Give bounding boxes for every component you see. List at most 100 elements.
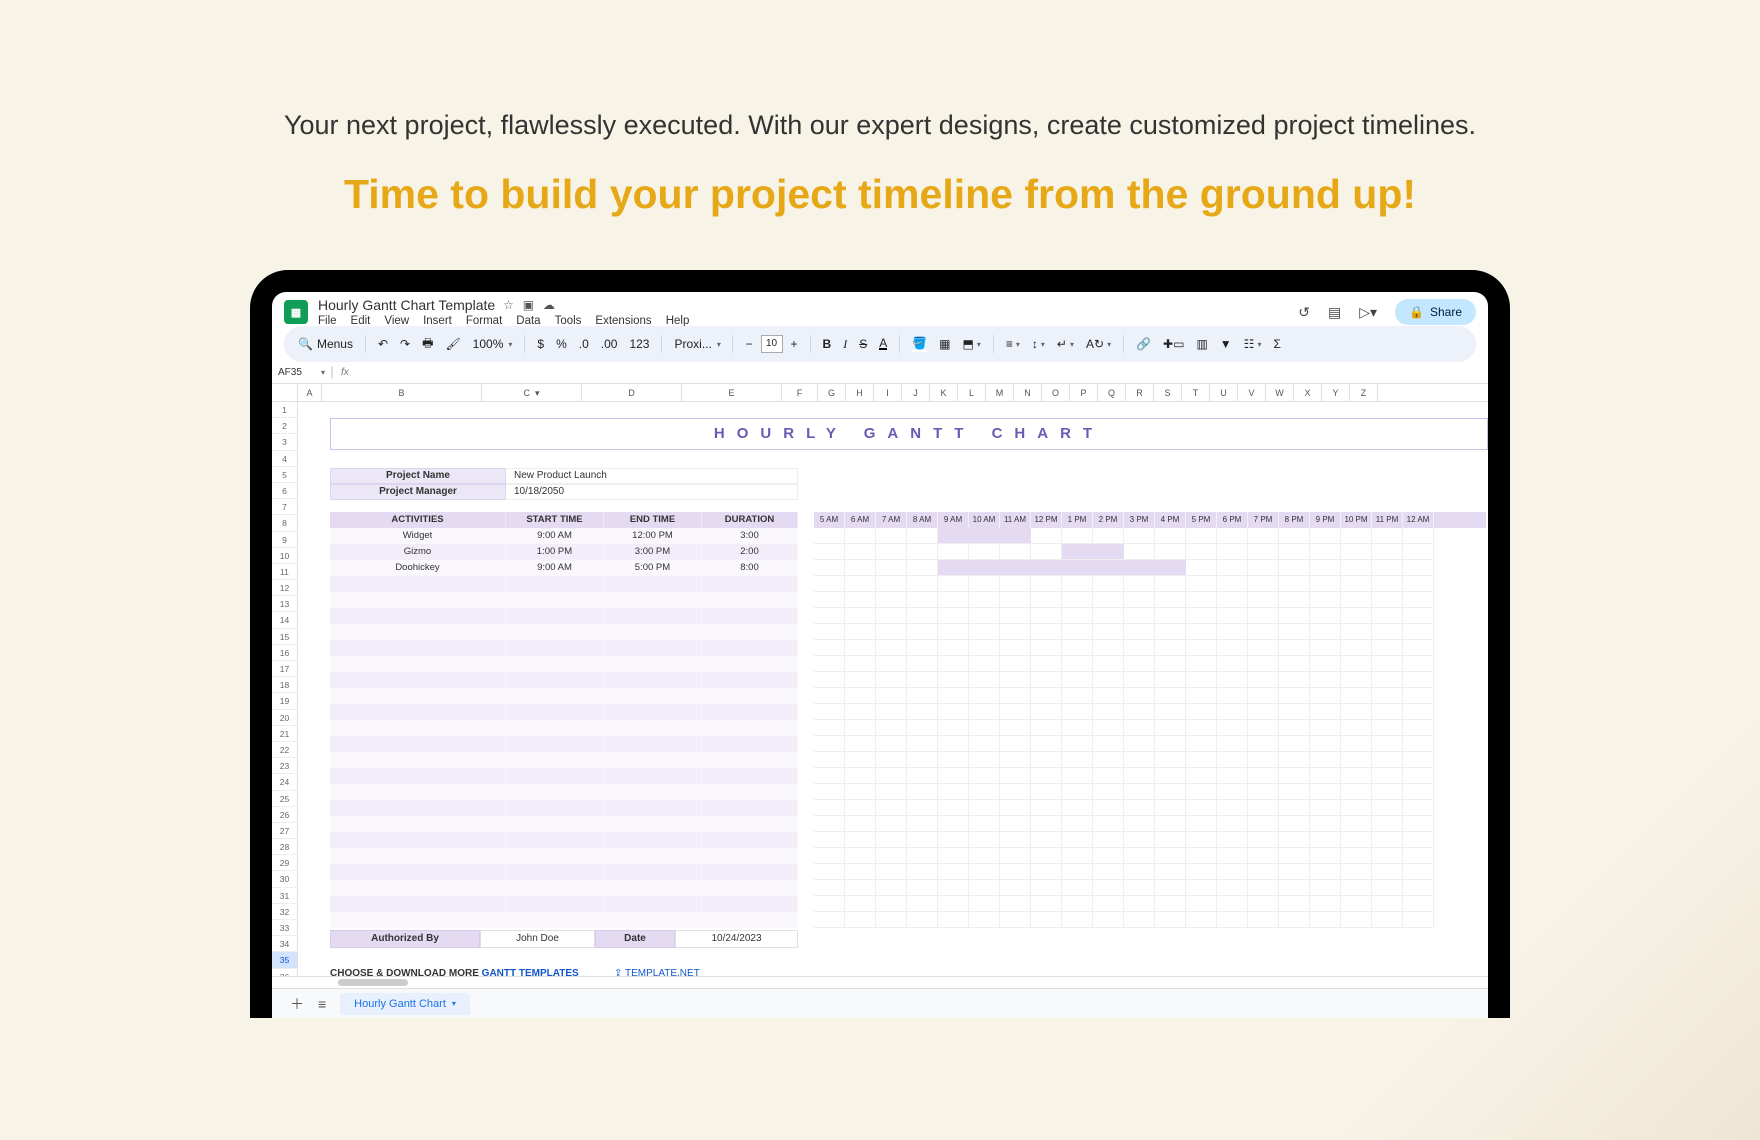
table-row[interactable] (330, 912, 798, 928)
percent-button[interactable]: % (552, 337, 571, 351)
filter-views-button[interactable]: ☷ (1240, 337, 1266, 351)
table-row[interactable] (330, 608, 798, 624)
merge-button[interactable]: ⬒ (959, 337, 985, 351)
menu-bar: FileEditViewInsertFormatDataToolsExtensi… (318, 313, 689, 327)
project-mgr-label: Project Manager (330, 484, 506, 500)
table-row[interactable] (330, 784, 798, 800)
table-row[interactable] (330, 864, 798, 880)
select-all-corner[interactable] (272, 384, 298, 402)
wrap-button[interactable]: ↵ (1053, 337, 1078, 351)
fill-color-button[interactable]: 🪣 (908, 336, 931, 352)
date-label: Date (595, 930, 675, 948)
cells-canvas[interactable]: HOURLY GANTT CHART Project Name New Prod… (298, 402, 1488, 976)
sheets-logo-icon: ▦ (284, 300, 308, 324)
search-menus[interactable]: 🔍 Menus (294, 337, 357, 351)
col-activities: ACTIVITIES (330, 512, 506, 528)
project-name-value[interactable]: New Product Launch (506, 468, 798, 484)
comment-button[interactable]: ✚▭ (1159, 337, 1188, 351)
table-row[interactable] (330, 736, 798, 752)
hero-line2: Time to build your project timeline from… (0, 171, 1760, 218)
italic-button[interactable]: I (839, 337, 851, 352)
history-icon[interactable]: ↺ (1298, 304, 1310, 321)
fontsize-inc[interactable]: + (787, 337, 802, 351)
star-icon[interactable]: ☆ (503, 298, 514, 312)
cloud-icon[interactable]: ☁ (543, 298, 555, 312)
name-box[interactable]: AF35 (272, 367, 332, 378)
authorization-row: Authorized By John Doe Date 10/24/2023 (330, 930, 798, 948)
decimal-inc-button[interactable]: .00 (597, 337, 622, 351)
halign-button[interactable]: ≡ (1002, 337, 1024, 351)
hero-copy: Your next project, flawlessly executed. … (0, 0, 1760, 218)
undo-button[interactable]: ↶ (374, 337, 392, 351)
date-value[interactable]: 10/24/2023 (675, 930, 798, 948)
formula-bar: AF35 fx (272, 362, 1488, 384)
project-mgr-value[interactable]: 10/18/2050 (506, 484, 798, 500)
valign-button[interactable]: ↕ (1028, 337, 1049, 351)
currency-button[interactable]: $ (533, 337, 548, 351)
borders-button[interactable]: ▦ (935, 337, 954, 351)
bold-button[interactable]: B (819, 337, 836, 351)
gantt-bar (938, 560, 1186, 575)
table-row[interactable] (330, 880, 798, 896)
rotate-button[interactable]: A↻ (1082, 337, 1115, 351)
table-row[interactable]: Widget9:00 AM12:00 PM3:00 (330, 528, 798, 544)
all-sheets-button[interactable]: ≡ (318, 996, 326, 1012)
strike-button[interactable]: S (855, 337, 871, 351)
link-button[interactable]: 🔗 (1132, 337, 1155, 351)
font-select[interactable]: Proxi... (670, 337, 724, 351)
lock-icon: 🔒 (1409, 305, 1424, 319)
row-headers[interactable]: 1234567891011121314151617181920212223242… (272, 402, 298, 976)
table-row[interactable] (330, 800, 798, 816)
move-icon[interactable]: ▣ (523, 298, 534, 312)
table-row[interactable] (330, 752, 798, 768)
fontsize-input[interactable]: 10 (761, 335, 783, 353)
chart-button[interactable]: ▥ (1192, 337, 1211, 351)
table-row[interactable]: Gizmo1:00 PM3:00 PM2:00 (330, 544, 798, 560)
table-row[interactable] (330, 592, 798, 608)
table-row[interactable] (330, 672, 798, 688)
table-row[interactable] (330, 576, 798, 592)
add-sheet-button[interactable]: ＋ (290, 994, 304, 1014)
text-color-button[interactable]: A (875, 338, 891, 350)
fx-icon: fx (333, 367, 357, 378)
hscrollbar[interactable] (272, 976, 1488, 988)
fontsize-dec[interactable]: − (741, 337, 756, 351)
toolbar: 🔍 Menus ↶ ↷ 🖶 🖌 100% $ % .0 .00 123 Prox… (284, 326, 1476, 362)
doc-title[interactable]: Hourly Gantt Chart Template (318, 297, 495, 313)
table-row[interactable] (330, 656, 798, 672)
auth-value[interactable]: John Doe (480, 930, 595, 948)
spreadsheet-grid[interactable]: ABC ▾DEFGHIJKLMNOPQRSTUVWXYZ 12345678910… (272, 384, 1488, 976)
print-button[interactable]: 🖶 (418, 334, 437, 355)
table-row[interactable] (330, 624, 798, 640)
footer-text: CHOOSE & DOWNLOAD MORE GANTT TEMPLATES (330, 968, 579, 976)
table-row[interactable] (330, 848, 798, 864)
template-net-link[interactable]: ⇪ TEMPLATE.NET (614, 968, 700, 976)
redo-button[interactable]: ↷ (396, 337, 414, 351)
functions-button[interactable]: Σ (1269, 337, 1284, 351)
table-row[interactable] (330, 896, 798, 912)
paint-format-button[interactable]: 🖌 (441, 337, 464, 351)
meet-icon[interactable]: ▷▾ (1359, 304, 1377, 321)
col-start: START TIME (506, 512, 604, 528)
more-formats-button[interactable]: 123 (625, 337, 653, 351)
zoom-select[interactable]: 100% (469, 337, 517, 351)
comments-icon[interactable]: ▤ (1328, 304, 1341, 321)
table-row[interactable] (330, 688, 798, 704)
table-row[interactable] (330, 816, 798, 832)
sheet-tab-active[interactable]: Hourly Gantt Chart (340, 993, 470, 1015)
activities-table: ACTIVITIES START TIME END TIME DURATION … (330, 512, 798, 928)
share-button[interactable]: 🔒 Share (1395, 299, 1476, 325)
filter-button[interactable]: ▼ (1216, 337, 1236, 351)
table-row[interactable] (330, 640, 798, 656)
table-row[interactable] (330, 704, 798, 720)
auth-label: Authorized By (330, 930, 480, 948)
col-duration: DURATION (702, 512, 798, 528)
table-row[interactable] (330, 768, 798, 784)
table-row[interactable] (330, 720, 798, 736)
decimal-dec-button[interactable]: .0 (575, 337, 593, 351)
table-row[interactable]: Doohickey9:00 AM5:00 PM8:00 (330, 560, 798, 576)
column-headers[interactable]: ABC ▾DEFGHIJKLMNOPQRSTUVWXYZ (298, 384, 1488, 402)
gantt-templates-link[interactable]: GANTT TEMPLATES (482, 968, 579, 976)
gantt-chart: 5 AM6 AM7 AM8 AM9 AM10 AM11 AM12 PM1 PM2… (814, 512, 1486, 928)
table-row[interactable] (330, 832, 798, 848)
